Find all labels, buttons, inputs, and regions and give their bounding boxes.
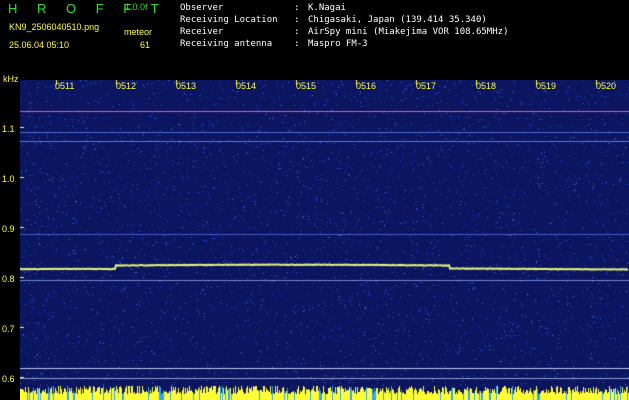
location-key: Receiving Location bbox=[180, 15, 278, 25]
time-tick-label: 0514 bbox=[236, 81, 257, 91]
hroft-spectrogram-window: H R O F F T 1.0.0f KN9_2506040510.png 25… bbox=[0, 0, 629, 400]
spectrogram-canvas bbox=[20, 80, 629, 400]
frequency-unit-label: kHz bbox=[3, 74, 19, 84]
time-tick-label: 0513 bbox=[176, 81, 197, 91]
observer-value: K.Nagai bbox=[308, 3, 346, 13]
meteor-count: 61 bbox=[140, 40, 151, 50]
time-tick-label: 0520 bbox=[596, 81, 617, 91]
spectrogram-plot bbox=[20, 80, 629, 400]
time-tick-label: 0519 bbox=[536, 81, 557, 91]
antenna-sep: : bbox=[294, 39, 300, 49]
version-label: 1.0.0f bbox=[125, 2, 148, 12]
y-tick-label: 0.9 bbox=[2, 224, 15, 234]
time-tick-label: 0518 bbox=[476, 81, 497, 91]
time-tick-label: 0511 bbox=[55, 81, 75, 91]
time-tick-label: 0516 bbox=[356, 81, 377, 91]
y-tick-label: 0.8 bbox=[2, 274, 15, 284]
y-tick-label: 1.1 bbox=[2, 124, 15, 134]
y-tick-label: 0.7 bbox=[2, 324, 15, 334]
datetime-label: 25.06.04 05:10 bbox=[9, 40, 70, 50]
receiver-sep: : bbox=[294, 27, 300, 37]
location-sep: : bbox=[294, 15, 300, 25]
antenna-key: Receiving antenna bbox=[180, 39, 273, 49]
filename-label: KN9_2506040510.png bbox=[9, 22, 100, 32]
time-tick-label: 0515 bbox=[296, 81, 317, 91]
time-tick-label: 0517 bbox=[416, 81, 437, 91]
meteor-label: meteor bbox=[124, 27, 153, 37]
location-row: Receiving Location: Chigasaki, Japan (139… bbox=[180, 15, 487, 25]
receiver-key: Receiver bbox=[180, 27, 224, 37]
observer-row: Observer: K.Nagai bbox=[180, 3, 346, 13]
y-tick-label: 0.6 bbox=[2, 374, 15, 384]
receiver-row: Receiver: AirSpy mini (Miakejima VOR 108.… bbox=[180, 27, 508, 37]
location-value: Chigasaki, Japan (139.414 35.340) bbox=[308, 15, 487, 25]
y-tick-label: 1.0 bbox=[2, 174, 15, 184]
observer-key: Observer bbox=[180, 3, 224, 13]
antenna-value: Maspro FM-3 bbox=[308, 39, 368, 49]
observer-sep: : bbox=[294, 3, 300, 13]
time-tick-label: 0512 bbox=[116, 81, 137, 91]
antenna-row: Receiving antenna: Maspro FM-3 bbox=[180, 39, 368, 49]
receiver-value: AirSpy mini (Miakejima VOR 108.65MHz) bbox=[308, 27, 509, 37]
